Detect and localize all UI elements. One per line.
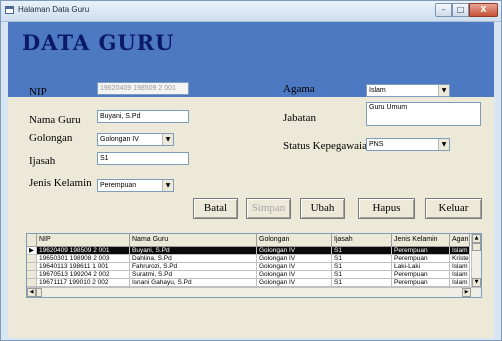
table-cell[interactable]: Suratmi, S.Pd — [130, 271, 257, 279]
table-cell[interactable]: Laki-Laki — [392, 263, 450, 271]
table-cell[interactable]: Golongan IV — [257, 255, 332, 263]
current-row-indicator-icon[interactable]: ▶ — [27, 247, 37, 255]
guru-data-grid[interactable]: NIP Nama Guru Golongan Ijasah Jenis Kelamin A… — [26, 233, 482, 298]
table-cell[interactable]: Golongan IV — [257, 247, 332, 255]
scroll-right-icon[interactable]: ▶ — [462, 288, 471, 297]
page-title: DATA GURU — [22, 30, 175, 55]
table-cell[interactable]: Kriste — [450, 255, 470, 263]
grid-corner-cell — [27, 234, 37, 247]
table-cell[interactable]: Islam — [450, 271, 470, 279]
status-kepegawaian-value: PNS — [369, 141, 384, 148]
simpan-button[interactable]: Simpan — [246, 198, 291, 219]
table-cell[interactable]: Golongan IV — [257, 279, 332, 287]
vertical-scroll-thumb[interactable] — [472, 243, 481, 251]
table-cell[interactable]: 19670513 199204 2 002 — [37, 271, 130, 279]
table-cell[interactable]: Fahrurozi, S.Pd — [130, 263, 257, 271]
window-title: Halaman Data Guru — [18, 5, 90, 14]
vertical-scrollbar[interactable]: ▲ ▼ — [471, 234, 481, 287]
table-row[interactable]: 19671117 199010 2 002 Isnani Gahayu, S.Pd… — [27, 279, 481, 287]
table-cell[interactable]: Islam — [450, 279, 470, 287]
golongan-value: Golongan IV — [100, 136, 139, 143]
close-button[interactable]: X — [469, 3, 498, 17]
chevron-down-icon[interactable]: ▼ — [162, 134, 173, 145]
minimize-button[interactable]: – — [435, 3, 452, 17]
golongan-label: Golongan — [29, 132, 73, 144]
agama-label: Agama — [283, 83, 315, 95]
table-cell[interactable]: 19671117 199010 2 002 — [37, 279, 130, 287]
grid-body: NIP Nama Guru Golongan Ijasah Jenis Kelamin A… — [27, 234, 481, 287]
status-kepegawaian-label: Status Kepegawaian — [283, 140, 373, 152]
table-cell[interactable]: Buyani, S.Pd — [130, 247, 257, 255]
horizontal-scroll-thumb[interactable] — [36, 288, 42, 297]
table-cell[interactable]: Islam — [450, 247, 470, 255]
jabatan-label: Jabatan — [283, 112, 316, 124]
app-window-icon — [5, 6, 14, 14]
ijasah-label: Ijasah — [29, 155, 56, 167]
golongan-select[interactable]: Golongan IV ▼ — [97, 133, 174, 146]
table-row[interactable]: 19670513 199204 2 002 Suratmi, S.Pd Golong… — [27, 271, 481, 279]
table-row[interactable]: ▶ 19620409 198509 2 001 Buyani, S.Pd Golong… — [27, 247, 481, 255]
maximize-button[interactable]: □ — [452, 3, 469, 17]
jabatan-field[interactable]: Guru Umum — [366, 102, 481, 126]
chevron-down-icon[interactable]: ▼ — [162, 180, 173, 191]
scroll-up-icon[interactable]: ▲ — [472, 234, 481, 243]
table-cell[interactable]: S1 — [332, 271, 392, 279]
ijasah-field[interactable]: S1 — [97, 152, 189, 165]
table-cell[interactable]: Isnani Gahayu, S.Pd — [130, 279, 257, 287]
title-bar[interactable]: Halaman Data Guru – □ X — [1, 1, 501, 22]
ubah-button[interactable]: Ubah — [300, 198, 345, 219]
table-cell[interactable]: Perempuan — [392, 255, 450, 263]
table-row[interactable]: 19640113 198611 1 001 Fahrurozi, S.Pd Golo… — [27, 263, 481, 271]
table-cell[interactable]: S1 — [332, 255, 392, 263]
scroll-down-icon[interactable]: ▼ — [472, 278, 481, 287]
agama-value: Islam — [369, 87, 386, 94]
table-cell[interactable]: Golongan IV — [257, 271, 332, 279]
table-cell[interactable]: S1 — [332, 279, 392, 287]
table-cell[interactable]: S1 — [332, 247, 392, 255]
row-selector[interactable] — [27, 271, 37, 279]
table-cell[interactable]: Perempuan — [392, 279, 450, 287]
grid-column-header[interactable]: Jenis Kelamin — [392, 234, 450, 247]
jenis-kelamin-select[interactable]: Perempuan ▼ — [97, 179, 174, 192]
table-cell[interactable]: Perempuan — [392, 271, 450, 279]
row-selector[interactable] — [27, 255, 37, 263]
nama-guru-label: Nama Guru — [29, 114, 81, 126]
agama-select[interactable]: Islam ▼ — [366, 84, 450, 97]
scroll-left-icon[interactable]: ◀ — [27, 288, 36, 297]
keluar-button[interactable]: Keluar — [425, 198, 482, 219]
batal-button[interactable]: Batal — [193, 198, 238, 219]
jenis-kelamin-label: Jenis Kelamin — [29, 177, 92, 189]
grid-column-header[interactable]: Nama Guru — [130, 234, 257, 247]
nip-label: NIP — [29, 86, 47, 98]
table-cell[interactable]: 19650301 198908 2 003 — [37, 255, 130, 263]
grid-column-header[interactable]: Golongan — [257, 234, 332, 247]
chevron-down-icon[interactable]: ▼ — [438, 139, 449, 150]
table-cell[interactable]: Dahlina, S.Pd — [130, 255, 257, 263]
table-cell[interactable]: Perempuan — [392, 247, 450, 255]
nip-field[interactable]: 19620409 198509 2 001 — [97, 82, 189, 95]
grid-header-row: NIP Nama Guru Golongan Ijasah Jenis Kelamin A… — [27, 234, 481, 247]
table-cell[interactable]: 19640113 198611 1 001 — [37, 263, 130, 271]
nama-guru-field[interactable]: Buyani, S.Pd — [97, 110, 189, 123]
hapus-button[interactable]: Hapus — [358, 198, 415, 219]
grid-column-header[interactable]: NIP — [37, 234, 130, 247]
row-selector[interactable] — [27, 279, 37, 287]
status-kepegawaian-select[interactable]: PNS ▼ — [366, 138, 450, 151]
table-cell[interactable]: 19620409 198509 2 001 — [37, 247, 130, 255]
grid-column-header[interactable]: Agan — [450, 234, 470, 247]
row-selector[interactable] — [27, 263, 37, 271]
chevron-down-icon[interactable]: ▼ — [438, 85, 449, 96]
table-cell[interactable]: S1 — [332, 263, 392, 271]
horizontal-scrollbar[interactable]: ◀ ▶ — [27, 287, 481, 297]
table-row[interactable]: 19650301 198908 2 003 Dahlina, S.Pd Golong… — [27, 255, 481, 263]
app-window: Halaman Data Guru – □ X DATA GURU NIP 19… — [0, 0, 502, 341]
jenis-kelamin-value: Perempuan — [100, 182, 137, 189]
grid-column-header[interactable]: Ijasah — [332, 234, 392, 247]
table-cell[interactable]: Golongan IV — [257, 263, 332, 271]
form-client-area: DATA GURU NIP 19620409 198509 2 001 Nama… — [8, 22, 494, 338]
table-cell[interactable]: Islam — [450, 263, 470, 271]
